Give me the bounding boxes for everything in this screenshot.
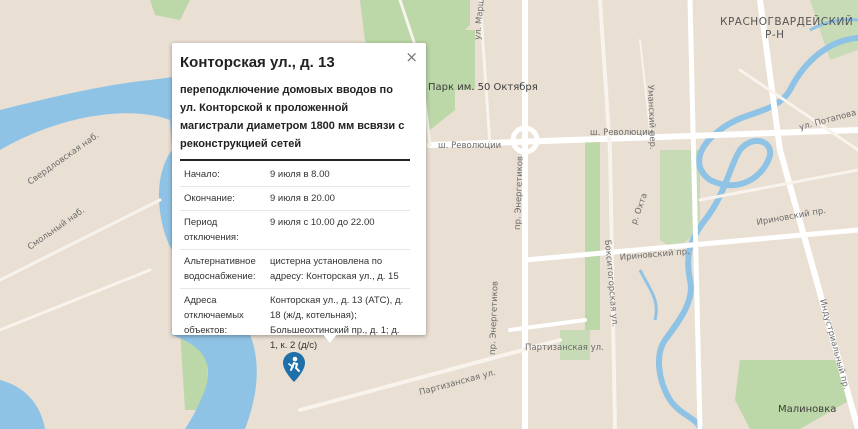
popup-pointer: [322, 333, 338, 343]
map-label-malinovka: Малиновка: [778, 404, 836, 415]
detail-value: 9 июля в 8.00: [266, 163, 410, 187]
close-icon[interactable]: ×: [405, 49, 418, 65]
map-label-park: Парк им. 50 Октября: [428, 82, 538, 93]
popup-description: переподключение домовых вводов по ул. Ко…: [180, 81, 410, 161]
map-label-district-sub: Р-Н: [765, 29, 785, 41]
table-row-start: Начало: 9 июля в 8.00: [180, 163, 410, 187]
outage-info-popup: × Конторская ул., д. 13 переподключение …: [172, 43, 426, 351]
table-row-alternative: Альтернативное водоснабжение: цистерна у…: [180, 249, 410, 289]
table-row-end: Окончание: 9 июля в 20.00: [180, 186, 410, 211]
detail-value: 9 июля в 20.00: [266, 186, 410, 211]
detail-key: Окончание:: [180, 186, 266, 211]
table-row-addresses: Адреса отключаемых объектов: Конторская …: [180, 289, 410, 358]
table-row-period: Период отключения: 9 июля с 10.00 до 22.…: [180, 210, 410, 250]
map-label-revolution-west: ш. Революции: [438, 141, 501, 151]
map-label-district: КРАСНОГВАРДЕЙСКИЙ: [720, 15, 853, 28]
map-label-revolution-east: ш. Революции: [590, 128, 653, 138]
map-canvas[interactable]: КРАСНОГВАРДЕЙСКИЙ Р-Н Парк им. 50 Октябр…: [0, 0, 858, 429]
detail-key: Период отключения:: [180, 210, 266, 250]
detail-key: Альтернативное водоснабжение:: [180, 249, 266, 289]
popup-title: Конторская ул., д. 13: [180, 54, 335, 71]
detail-value: 9 июля с 10.00 до 22.00: [266, 210, 410, 250]
detail-key: Начало:: [180, 163, 266, 187]
detail-key: Адреса отключаемых объектов:: [184, 295, 244, 336]
detail-value: Конторская ул., д. 13 (АТС), д. 18 (ж/д,…: [270, 295, 404, 351]
map-label-partizanskaya-1: Партизанская ул.: [525, 343, 604, 353]
detail-value: цистерна установлена по адресу: Конторск…: [266, 249, 410, 289]
outage-details-table: Начало: 9 июля в 8.00 Окончание: 9 июля …: [180, 163, 410, 357]
